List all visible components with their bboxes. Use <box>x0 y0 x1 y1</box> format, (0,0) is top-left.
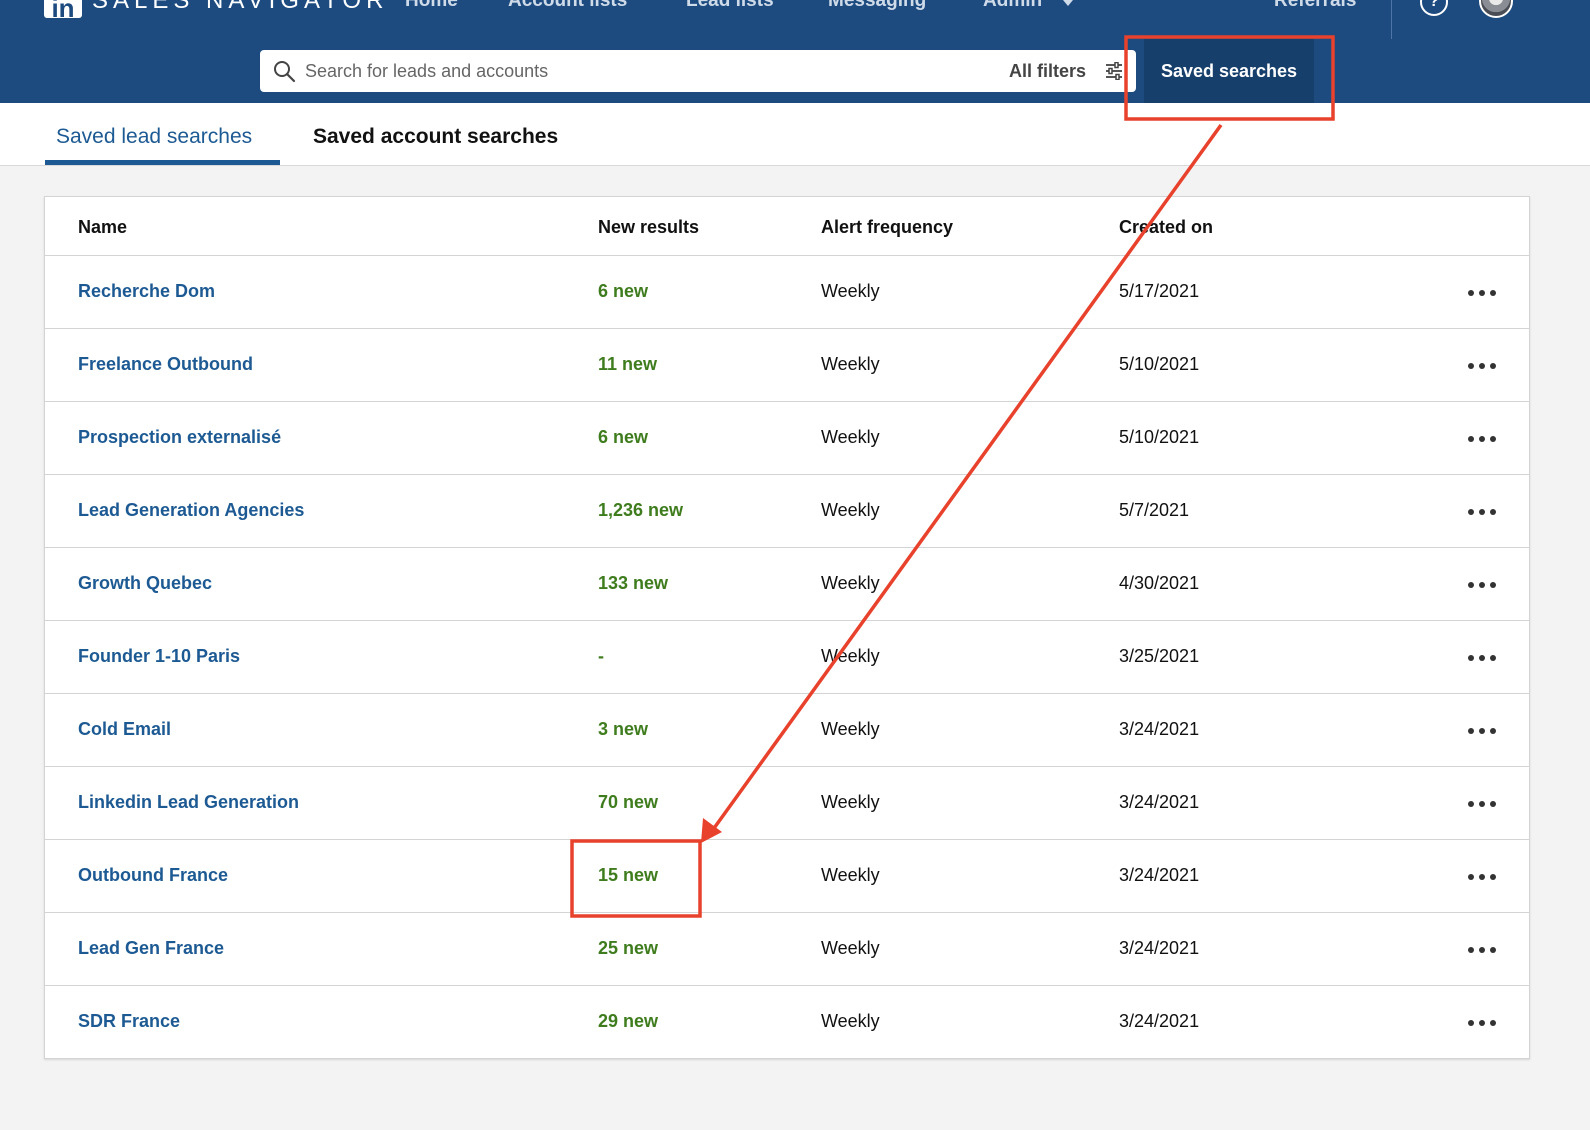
header-new-results: New results <box>598 217 700 237</box>
created-date: 3/24/2021 <box>1119 792 1200 812</box>
alert-frequency: Weekly <box>821 865 880 885</box>
search-band: Search for leads and accounts All filter… <box>0 39 1590 103</box>
new-results-count[interactable]: 3 new <box>598 718 648 740</box>
search-name-link[interactable]: Founder 1-10 Paris <box>78 645 240 667</box>
search-name-link[interactable]: Growth Quebec <box>78 572 212 594</box>
created-date: 3/24/2021 <box>1119 938 1200 958</box>
alert-frequency: Weekly <box>821 719 880 739</box>
help-icon[interactable]: ? <box>1420 0 1448 16</box>
new-results-count[interactable]: 133 new <box>598 572 668 594</box>
search-input[interactable]: Search for leads and accounts All filter… <box>260 50 1136 92</box>
search-icon <box>274 61 296 83</box>
new-results-count[interactable]: 6 new <box>598 426 648 448</box>
search-placeholder: Search for leads and accounts <box>305 61 549 81</box>
nav-account-lists[interactable]: Account lists <box>508 0 627 16</box>
new-results-count[interactable]: 25 new <box>598 937 658 959</box>
filters-icon[interactable] <box>1105 62 1123 80</box>
more-options-icon[interactable] <box>1465 570 1499 590</box>
created-date: 3/24/2021 <box>1119 865 1200 885</box>
nav-home[interactable]: Home <box>405 0 458 16</box>
table-header: Name New results Alert frequency Created… <box>45 197 1529 256</box>
alert-frequency: Weekly <box>821 792 880 812</box>
more-options-icon[interactable] <box>1465 351 1499 371</box>
created-date: 4/30/2021 <box>1119 573 1200 593</box>
alert-frequency: Weekly <box>821 427 880 447</box>
created-date: 5/10/2021 <box>1119 427 1200 447</box>
created-date: 5/10/2021 <box>1119 354 1200 374</box>
more-options-icon[interactable] <box>1465 862 1499 882</box>
more-options-icon[interactable] <box>1465 935 1499 955</box>
new-results-count[interactable]: 6 new <box>598 280 648 302</box>
more-options-icon[interactable] <box>1465 424 1499 444</box>
tab-saved-account-searches[interactable]: Saved account searches <box>313 125 558 149</box>
alert-frequency: Weekly <box>821 573 880 593</box>
table-row[interactable]: Outbound France 15 new Weekly 3/24/2021 <box>45 840 1529 913</box>
search-name-link[interactable]: Linkedin Lead Generation <box>78 791 299 813</box>
table-row[interactable]: Cold Email 3 new Weekly 3/24/2021 <box>45 694 1529 767</box>
all-filters-button[interactable]: All filters <box>1009 60 1086 82</box>
search-name-link[interactable]: Lead Generation Agencies <box>78 499 304 521</box>
more-options-icon[interactable] <box>1465 643 1499 663</box>
header-name: Name <box>78 217 128 237</box>
created-date: 3/24/2021 <box>1119 1011 1200 1031</box>
search-name-link[interactable]: Cold Email <box>78 718 171 740</box>
nav-divider <box>1391 0 1392 39</box>
new-results-count[interactable]: 70 new <box>598 791 658 813</box>
new-results-count[interactable]: 29 new <box>598 1010 658 1032</box>
nav-lead-lists[interactable]: Lead lists <box>686 0 774 16</box>
saved-searches-table: Name New results Alert frequency Created… <box>44 196 1530 1059</box>
table-row[interactable]: Freelance Outbound 11 new Weekly 5/10/2021 <box>45 329 1529 402</box>
search-name-link[interactable]: SDR France <box>78 1010 180 1032</box>
nav-messaging[interactable]: Messaging <box>828 0 926 16</box>
tabs-bar: Saved lead searches Saved account search… <box>0 103 1590 166</box>
active-tab-indicator <box>45 160 280 165</box>
saved-searches-button[interactable]: Saved searches <box>1144 39 1314 103</box>
more-options-icon[interactable] <box>1465 716 1499 736</box>
alert-frequency: Weekly <box>821 500 880 520</box>
created-date: 3/24/2021 <box>1119 719 1200 739</box>
header-created-on: Created on <box>1119 217 1214 237</box>
more-options-icon[interactable] <box>1465 789 1499 809</box>
created-date: 5/7/2021 <box>1119 500 1190 520</box>
alert-frequency: Weekly <box>821 938 880 958</box>
search-name-link[interactable]: Prospection externalisé <box>78 426 281 448</box>
new-results-count[interactable]: 15 new <box>598 864 658 886</box>
search-name-link[interactable]: Outbound France <box>78 864 228 886</box>
nav-referrals[interactable]: Referrals <box>1274 0 1356 16</box>
new-results-count[interactable]: - <box>598 645 604 667</box>
nav-admin[interactable]: Admin <box>983 0 1042 16</box>
table-row[interactable]: Founder 1-10 Paris - Weekly 3/25/2021 <box>45 621 1529 694</box>
search-name-link[interactable]: Recherche Dom <box>78 280 215 302</box>
avatar[interactable] <box>1479 0 1513 18</box>
linkedin-logo[interactable]: in <box>44 0 82 23</box>
alert-frequency: Weekly <box>821 281 880 301</box>
alert-frequency: Weekly <box>821 1011 880 1031</box>
new-results-count[interactable]: 11 new <box>598 353 657 375</box>
new-results-count[interactable]: 1,236 new <box>598 499 683 521</box>
alert-frequency: Weekly <box>821 646 880 666</box>
search-name-link[interactable]: Freelance Outbound <box>78 353 253 375</box>
table-row[interactable]: Prospection externalisé 6 new Weekly 5/10/2… <box>45 402 1529 475</box>
table-row[interactable]: SDR France 29 new Weekly 3/24/2021 <box>45 986 1529 1058</box>
more-options-icon[interactable] <box>1465 1008 1499 1028</box>
header-alert-frequency: Alert frequency <box>821 217 954 237</box>
tab-saved-lead-searches[interactable]: Saved lead searches <box>56 125 252 149</box>
table-row[interactable]: Growth Quebec 133 new Weekly 4/30/2021 <box>45 548 1529 621</box>
created-date: 5/17/2021 <box>1119 281 1200 301</box>
created-date: 3/25/2021 <box>1119 646 1200 666</box>
chevron-down-icon[interactable] <box>1063 0 1073 6</box>
more-options-icon[interactable] <box>1465 278 1499 298</box>
table-row[interactable]: Linkedin Lead Generation 70 new Weekly 3/24… <box>45 767 1529 840</box>
table-row[interactable]: Lead Generation Agencies 1,236 new Weekly 5… <box>45 475 1529 548</box>
table-row[interactable]: Lead Gen France 25 new Weekly 3/24/2021 <box>45 913 1529 986</box>
more-options-icon[interactable] <box>1465 497 1499 517</box>
brand-name[interactable]: SALES NAVIGATOR <box>92 0 388 16</box>
top-nav: in SALES NAVIGATOR Home Account lists Le… <box>0 0 1590 40</box>
search-name-link[interactable]: Lead Gen France <box>78 937 224 959</box>
table-row[interactable]: Recherche Dom 6 new Weekly 5/17/2021 <box>45 256 1529 329</box>
alert-frequency: Weekly <box>821 354 880 374</box>
